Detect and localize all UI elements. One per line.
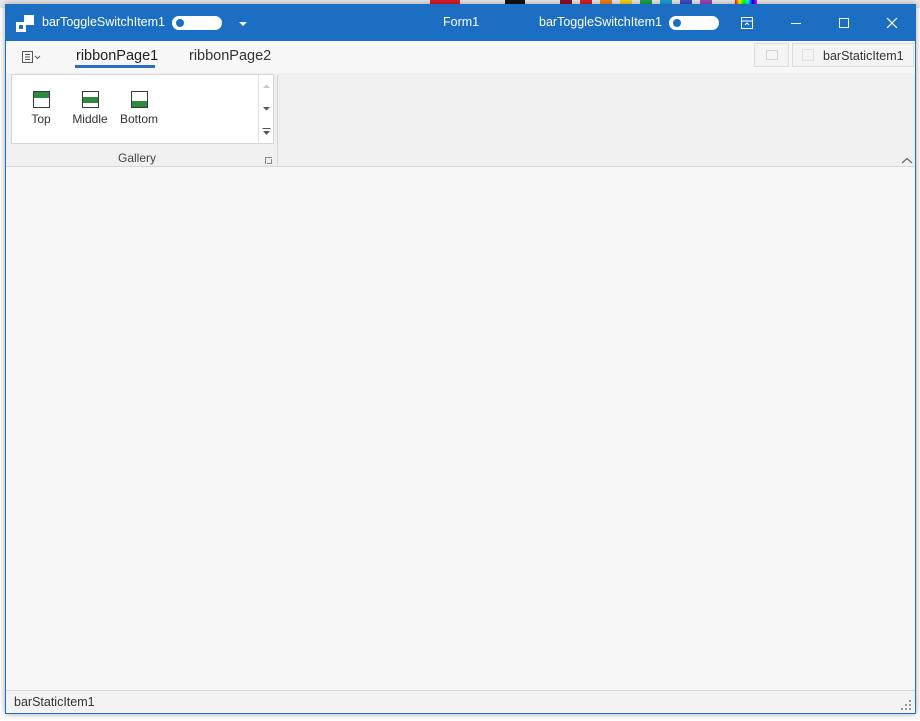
close-button[interactable] [869, 5, 915, 41]
gallery-group-label: Gallery [117, 151, 156, 165]
header-icon-button[interactable] [754, 43, 789, 67]
minimize-button[interactable] [773, 5, 819, 41]
static-item-icon [802, 49, 814, 61]
toggle-knob [176, 19, 184, 27]
close-icon [886, 17, 898, 29]
right-toggle-switch[interactable] [669, 16, 719, 30]
align-middle-icon [81, 91, 99, 108]
ribbon-page-content: Top Middle Bottom Gallery [6, 73, 915, 167]
right-toggle-label: barToggleSwitchItem1 [539, 15, 662, 29]
gallery-item-label: Top [31, 112, 51, 126]
gallery-expand-button[interactable] [259, 120, 274, 142]
ribbon-header: ribbonPage1 ribbonPage2 barStaticItem1 [6, 41, 915, 73]
maximize-button[interactable] [821, 5, 867, 41]
form-window: barToggleSwitchItem1 Form1 barToggleSwit… [5, 4, 916, 714]
gallery-scroll-down-button[interactable] [259, 97, 274, 119]
align-bottom-icon [130, 91, 148, 108]
maximize-icon [839, 18, 849, 28]
app-menu-icon [22, 51, 41, 63]
form-title: Form1 [443, 15, 480, 29]
active-tab-indicator [75, 65, 155, 68]
left-toggle-label: barToggleSwitchItem1 [42, 15, 165, 29]
gallery-item-label: Middle [72, 112, 108, 126]
gallery: Top Middle Bottom [11, 74, 274, 144]
status-bar: barStaticItem1 [6, 690, 915, 713]
group-separator [277, 75, 278, 165]
gallery-item-middle[interactable]: Middle [65, 91, 115, 126]
title-bar: barToggleSwitchItem1 Form1 barToggleSwit… [6, 5, 915, 41]
image-icon [765, 50, 778, 60]
caret-down-icon [263, 106, 270, 110]
group-dialog-launcher-icon[interactable] [265, 157, 272, 164]
client-area [6, 167, 915, 690]
header-static-item-label: barStaticItem1 [823, 49, 904, 63]
caret-up-icon [263, 84, 270, 88]
minimize-icon [791, 23, 801, 24]
tab-ribbonpage1[interactable]: ribbonPage1 [76, 48, 158, 64]
header-static-item[interactable]: barStaticItem1 [792, 43, 914, 67]
collapse-ribbon-button[interactable] [901, 153, 913, 164]
gallery-item-label: Bottom [119, 112, 158, 126]
size-grip-icon[interactable] [901, 700, 911, 710]
ribbon-display-icon [741, 17, 753, 29]
ribbon-display-options-button[interactable] [724, 5, 770, 41]
gallery-scrollbar [258, 75, 274, 143]
app-icon[interactable] [16, 15, 34, 33]
status-static-item: barStaticItem1 [14, 695, 95, 709]
left-toggle-switch[interactable] [172, 16, 222, 30]
toggle-knob [673, 19, 681, 27]
chevron-up-icon [901, 157, 913, 164]
gallery-item-bottom[interactable]: Bottom [114, 91, 164, 126]
gallery-scroll-up-button[interactable] [259, 75, 274, 97]
gallery-item-top[interactable]: Top [16, 91, 66, 126]
application-menu-button[interactable] [20, 49, 44, 65]
align-top-icon [32, 91, 50, 108]
tab-ribbonpage2[interactable]: ribbonPage2 [189, 48, 271, 64]
quick-access-dropdown-icon[interactable] [239, 22, 247, 26]
expand-dropdown-icon [262, 127, 271, 135]
